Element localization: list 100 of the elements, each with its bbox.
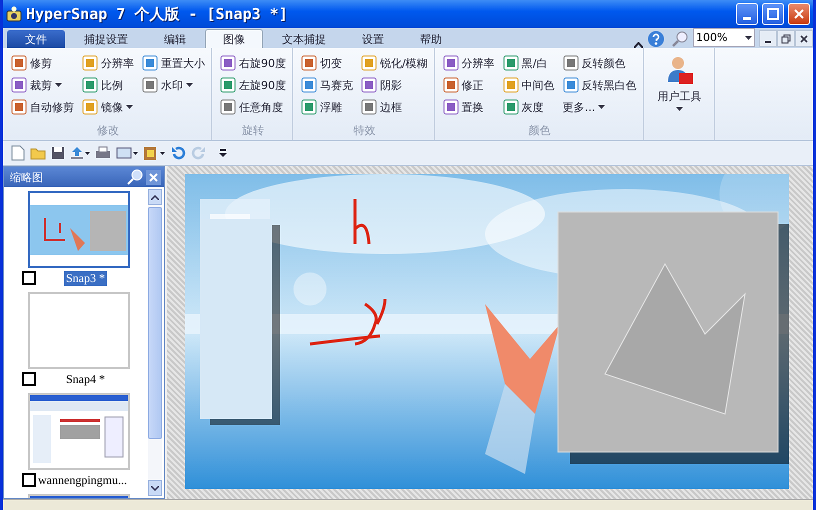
tool-icon — [502, 99, 519, 115]
tool-icon — [301, 99, 317, 115]
close-button[interactable] — [795, 30, 813, 47]
ribbon-button[interactable]: 中间色 — [502, 74, 555, 96]
group-label: 修改 — [96, 123, 120, 139]
close-icon[interactable] — [146, 170, 161, 184]
maximize-button[interactable] — [762, 3, 784, 25]
tool-icon — [301, 77, 317, 93]
ribbon-button[interactable]: 马赛克 — [301, 74, 353, 96]
tool-icon — [442, 77, 459, 93]
close-icon — [793, 8, 805, 20]
restore-button[interactable] — [777, 30, 795, 47]
upload-icon[interactable] — [70, 146, 90, 160]
ribbon-tab[interactable]: 图像 — [205, 29, 263, 48]
ribbon-tab[interactable]: 编辑 — [147, 30, 203, 48]
ribbon-button[interactable]: 自动修剪 — [11, 96, 74, 118]
tool-icon — [562, 55, 579, 71]
ribbon-button[interactable]: 边框 — [361, 96, 428, 118]
tool-icon — [502, 55, 519, 71]
ribbon-button[interactable]: 裁剪 — [11, 74, 74, 96]
minimize-button[interactable] — [759, 30, 777, 47]
thumbnail[interactable] — [28, 292, 130, 369]
ribbon-button[interactable]: 反转颜色 — [562, 52, 637, 74]
ribbon-button[interactable]: 分辨率 — [82, 52, 134, 74]
undo-icon[interactable] — [170, 145, 186, 161]
tool-icon — [301, 55, 317, 71]
camera-icon — [6, 6, 22, 22]
tool-icon — [142, 55, 158, 71]
group-label: 颜色 — [528, 123, 552, 139]
ribbon-button[interactable]: 修剪 — [11, 52, 74, 74]
tool-icon — [220, 99, 236, 115]
ribbon-button[interactable]: 左旋90度 — [220, 74, 286, 96]
caret-icon — [745, 36, 752, 40]
ribbon-button[interactable]: 阴影 — [361, 74, 428, 96]
printer-icon[interactable] — [95, 146, 111, 160]
window-icon[interactable] — [116, 146, 138, 160]
tool-icon — [361, 55, 377, 71]
save-icon[interactable] — [51, 146, 65, 160]
user-tools-button[interactable]: 用户工具 — [652, 52, 708, 115]
window-title: HyperSnap 7 个人版 - [Snap3 *] — [26, 4, 289, 24]
ribbon-tab[interactable]: 设置 — [345, 30, 401, 48]
tool-icon — [11, 99, 27, 115]
thumbnail-caption: Snap4 * — [65, 372, 106, 386]
checkbox[interactable] — [22, 372, 36, 386]
ribbon-button[interactable]: 修正 — [442, 74, 495, 96]
ribbon-button[interactable]: 重置大小 — [142, 52, 205, 74]
thumbnail-caption: Snap3 * — [64, 270, 107, 286]
ribbon-tab[interactable]: 帮助 — [403, 30, 459, 48]
ribbon-button[interactable]: 更多... — [562, 96, 637, 118]
tool-icon — [82, 55, 98, 71]
overflow-icon[interactable] — [218, 148, 228, 158]
user-toolbox-icon — [666, 56, 694, 86]
tool-icon — [220, 55, 236, 71]
ribbon-tab[interactable]: 捕捉设置 — [67, 30, 145, 48]
tool-icon — [442, 55, 459, 71]
close-icon — [800, 34, 808, 42]
minimize-icon — [743, 16, 751, 20]
tool-icon — [82, 77, 98, 93]
tool-icon — [220, 77, 236, 93]
document-icon[interactable] — [11, 145, 25, 161]
checkbox[interactable] — [22, 473, 36, 487]
scrollbar[interactable] — [148, 189, 162, 496]
help-icon[interactable] — [647, 30, 665, 48]
tool-icon — [82, 99, 98, 115]
zoom-dropdown[interactable]: 100% — [693, 28, 755, 47]
ribbon-button[interactable]: 任意角度 — [220, 96, 286, 118]
restore-icon — [781, 34, 791, 44]
ribbon-button[interactable]: 黑/白 — [502, 52, 555, 74]
maximize-icon — [767, 8, 779, 20]
ribbon-button[interactable]: 反转黑白色 — [562, 74, 637, 96]
ribbon-button[interactable]: 右旋90度 — [220, 52, 286, 74]
tool-icon — [442, 99, 459, 115]
group-label: 旋转 — [241, 123, 265, 139]
tool-icon — [361, 99, 377, 115]
collapse-icon[interactable] — [634, 42, 643, 48]
folder-icon[interactable] — [30, 146, 46, 160]
checkbox[interactable] — [22, 271, 36, 285]
minimize-icon — [765, 41, 771, 43]
magnifier-icon[interactable] — [671, 30, 689, 48]
ribbon-button[interactable]: 锐化/模糊 — [361, 52, 428, 74]
scroll-up-icon[interactable] — [151, 194, 159, 200]
ribbon-button[interactable]: 灰度 — [502, 96, 555, 118]
ribbon-button[interactable]: 切变 — [301, 52, 353, 74]
tool-icon — [11, 77, 27, 93]
ribbon-button[interactable]: 分辨率 — [442, 52, 495, 74]
file-menu-button[interactable]: 文件 — [7, 30, 65, 48]
group-label: 特效 — [352, 123, 376, 139]
thumbnail-caption: wannengpingmu... — [37, 472, 128, 488]
ribbon-button[interactable]: 镜像 — [82, 96, 134, 118]
ribbon-tab[interactable]: 文本捕捉 — [265, 30, 343, 48]
panel-title: 缩略图 — [10, 170, 44, 184]
ribbon-button[interactable]: 比例 — [82, 74, 134, 96]
tool-icon — [11, 55, 27, 71]
ribbon-button[interactable]: 浮雕 — [301, 96, 353, 118]
tool-icon — [562, 77, 579, 93]
ribbon-button[interactable]: 水印 — [142, 74, 205, 96]
clipboard-icon[interactable] — [143, 145, 165, 161]
tool-icon — [502, 77, 519, 93]
ribbon-button[interactable]: 置换 — [442, 96, 495, 118]
scroll-down-icon[interactable] — [151, 486, 159, 490]
